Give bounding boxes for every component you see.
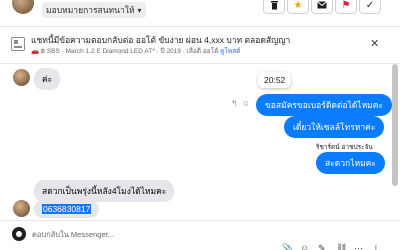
contact-avatar[interactable] (12, 0, 34, 14)
star-button[interactable]: ★ (287, 0, 309, 14)
incoming-message: ค่ะ (34, 68, 61, 90)
conversation-header: มอบหมายการสนทนาให้ ▾ ★ ⚑ ✓ (0, 0, 400, 26)
assign-conversation-dropdown[interactable]: มอบหมายการสนทนาให้ ▾ (42, 2, 146, 18)
attach-icon[interactable]: 📎 (282, 243, 293, 250)
view-post-link[interactable]: ดูโพสต์ (220, 48, 240, 55)
contact-avatar-small (13, 69, 30, 86)
mail-icon (317, 1, 327, 9)
incoming-message: 0636830817 (34, 200, 100, 218)
message-composer: 📎 ☺ ✎ ⛓ ⋯ ⊥ (0, 220, 400, 250)
page-avatar (12, 227, 26, 241)
edit-icon[interactable]: ✎ (318, 243, 326, 250)
scrollbar[interactable] (392, 64, 398, 186)
incoming-message: สดวกเป็นพรุ่งนี้หลัง4โมงได้ไหมคะ (34, 180, 175, 202)
listing-icon (11, 37, 25, 51)
pin-icon[interactable]: ⊥ (372, 243, 380, 250)
contact-avatar-small (13, 200, 30, 217)
emoji-picker-icon[interactable]: ☺ (300, 243, 309, 250)
emoji-icon[interactable]: ☺ (242, 99, 250, 108)
timestamp-tooltip: 20:52 (258, 72, 292, 88)
delete-button[interactable] (263, 0, 285, 14)
selected-phone-number: 0636830817 (42, 204, 92, 214)
listing-title: แชทนี้มีข้อความตอบกลับต่อ ออโต้ ขับง่าย … (31, 35, 291, 45)
outgoing-message: สะดวกไหมคะ (316, 152, 385, 174)
message-thread[interactable]: ค่ะ 20:52 ↰ ☺ ขอสมัครขอเบอร์ติดต่อได้ไหม… (0, 64, 400, 220)
close-icon[interactable]: ✕ (370, 37, 379, 50)
more-icon[interactable]: ⋯ (354, 243, 363, 250)
mark-unread-button[interactable] (311, 0, 333, 14)
trash-icon (270, 1, 278, 10)
assign-label: มอบหมายการสนทนาให้ (46, 5, 135, 15)
listing-context-card: แชทนี้มีข้อความตอบกลับต่อ ออโต้ ขับง่าย … (0, 27, 400, 64)
done-button[interactable]: ✓ (359, 0, 381, 14)
listing-meta: 🚗 ฿ SBS · March 1.2 E Diamond LED AT* · … (31, 46, 240, 56)
reply-icon[interactable]: ↰ (231, 99, 238, 108)
flag-icon: ⚑ (341, 0, 351, 11)
chevron-down-icon: ▾ (137, 5, 142, 15)
message-actions: ↰ ☺ (231, 99, 250, 108)
check-icon: ✓ (365, 0, 375, 11)
sender-name: ริชาร์ดน์ อาชประจัน (316, 144, 373, 151)
listing-details: 🚗 ฿ SBS · March 1.2 E Diamond LED AT* · … (31, 48, 219, 55)
reply-input[interactable] (32, 228, 332, 240)
link-icon[interactable]: ⛓ (336, 243, 347, 250)
outgoing-message: เดี๋ยวให้เซลล์โทรหาค่ะ (284, 116, 385, 138)
star-icon: ★ (293, 0, 303, 11)
outgoing-message: ขอสมัครขอเบอร์ติดต่อได้ไหมคะ (256, 94, 393, 116)
flag-button[interactable]: ⚑ (335, 0, 357, 14)
